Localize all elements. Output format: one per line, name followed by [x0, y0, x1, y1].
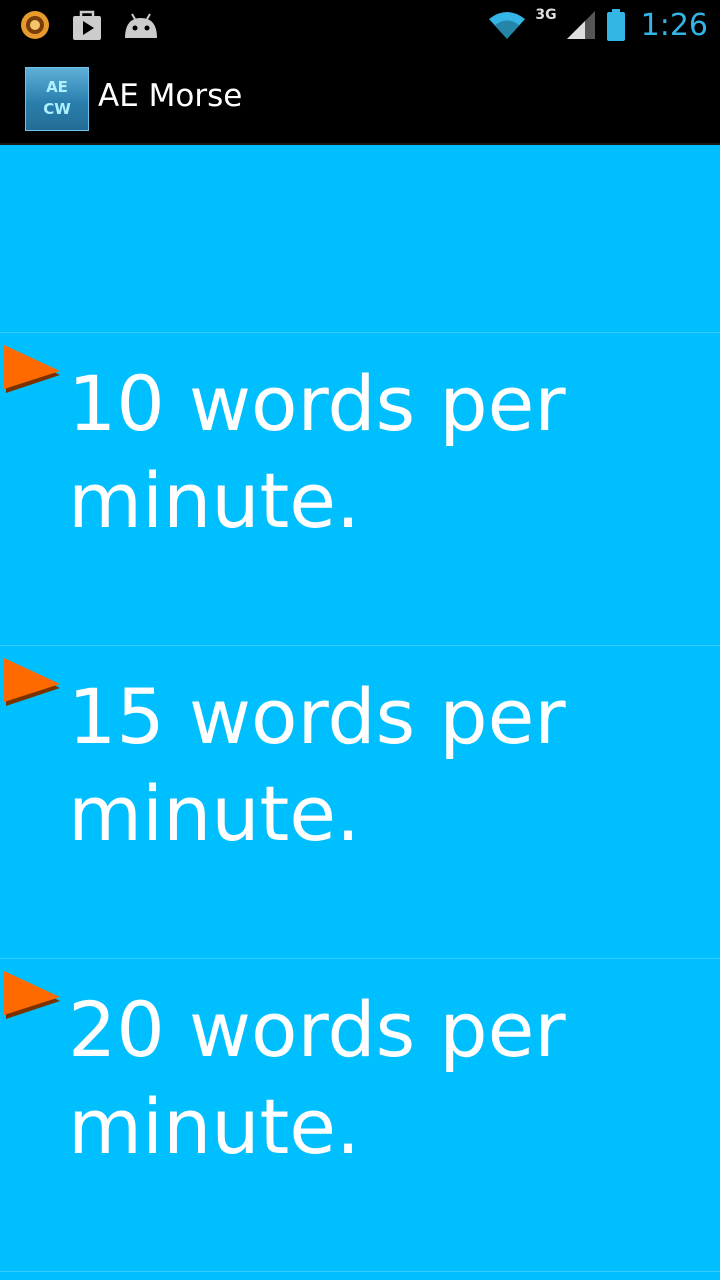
play-store-icon	[70, 8, 104, 42]
battery-icon	[605, 8, 627, 42]
circle-app-icon	[18, 8, 52, 42]
list-item-10wpm[interactable]: 10 words per minute.	[0, 333, 720, 646]
list-item-label: 20 words per minute.	[68, 985, 566, 1171]
list-header-spacer	[0, 145, 720, 333]
play-arrow-icon	[4, 658, 60, 706]
network-type-label: 3G	[535, 7, 557, 23]
signal-icon	[565, 9, 597, 41]
list-item-label: 15 words per minute.	[68, 672, 566, 858]
app-logo[interactable]: AE CW	[25, 67, 89, 131]
action-bar: AE CW AE Morse	[0, 50, 720, 145]
status-bar: 3G 1:26	[0, 0, 720, 50]
speed-list: 10 words per minute. 15 words per minute…	[0, 145, 720, 1280]
play-arrow-icon	[4, 971, 60, 1019]
play-arrow-icon	[4, 345, 60, 393]
list-item-label: 10 words per minute.	[68, 359, 566, 545]
system-status: 3G 1:26	[487, 0, 708, 50]
wifi-icon	[487, 9, 527, 41]
list-item-15wpm[interactable]: 15 words per minute.	[0, 646, 720, 959]
notification-icons	[18, 6, 160, 44]
app-logo-text-top: AE	[46, 78, 68, 96]
android-icon	[122, 10, 160, 40]
app-title: AE Morse	[98, 78, 243, 114]
app-logo-text-bottom: CW	[43, 100, 71, 118]
list-item-20wpm[interactable]: 20 words per minute.	[0, 959, 720, 1272]
clock: 1:26	[640, 7, 708, 43]
